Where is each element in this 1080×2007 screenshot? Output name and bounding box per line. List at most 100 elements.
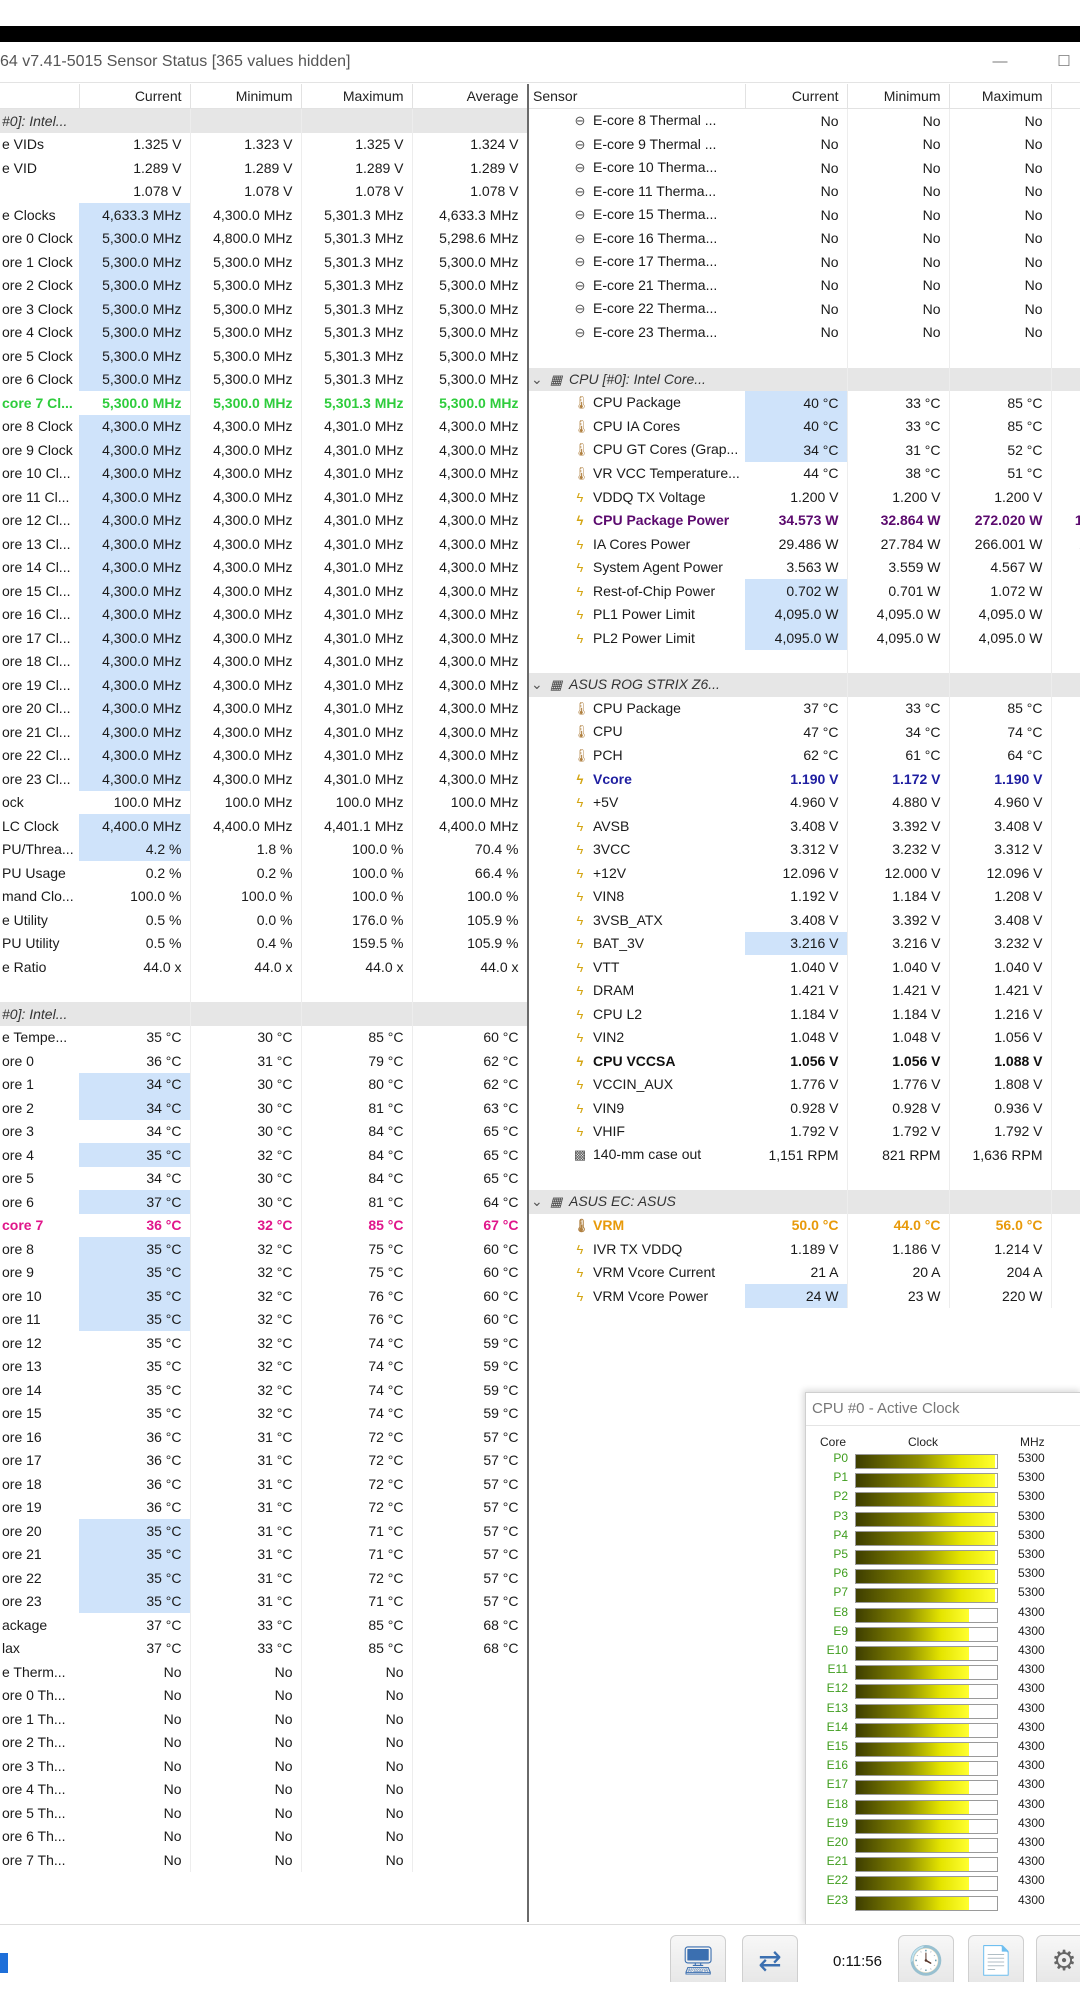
header-average[interactable]: Average	[412, 84, 527, 109]
sensor-row-pu-utility[interactable]: PU Utility 0.5 % 0.4 % 159.5 % 105.9 %	[0, 931, 527, 955]
sensor-row-cpu-ia-cores[interactable]: 🌡 CPU IA Cores 40 °C 33 °C 85 °C	[529, 414, 1080, 438]
group-header-row[interactable]: ⌄ ▦ ASUS ROG STRIX Z6...	[529, 673, 1080, 697]
sensor-row-pl1-power-limit[interactable]: ϟ PL1 Power Limit 4,095.0 W 4,095.0 W 4,095.…	[529, 602, 1080, 626]
sensor-row-ore-23-cl[interactable]: ore 23 Cl... 4,300.0 MHz 4,300.0 MHz 4,301.…	[0, 767, 527, 791]
sensor-row-ore-4[interactable]: ore 4 35 °C 32 °C 84 °C 65 °C	[0, 1143, 527, 1167]
sensor-row-e-core-8-thermal[interactable]: ⊖ E-core 8 Thermal ... No No No	[529, 108, 1080, 133]
scroll-left-button[interactable]	[0, 1953, 8, 1973]
sensor-row-ore-15[interactable]: ore 15 35 °C 32 °C 74 °C 59 °C	[0, 1401, 527, 1425]
spacer-row[interactable]	[0, 978, 527, 1002]
sensor-row-system-agent-power[interactable]: ϟ System Agent Power 3.563 W 3.559 W 4.567 W	[529, 555, 1080, 579]
sensor-row-ore-8-clock[interactable]: ore 8 Clock 4,300.0 MHz 4,300.0 MHz 4,301.0…	[0, 414, 527, 438]
sensor-row-ore-20[interactable]: ore 20 35 °C 31 °C 71 °C 57 °C	[0, 1519, 527, 1543]
sensor-row-ore-17-cl[interactable]: ore 17 Cl... 4,300.0 MHz 4,300.0 MHz 4,301.…	[0, 626, 527, 650]
sensor-row-ore-15-cl[interactable]: ore 15 Cl... 4,300.0 MHz 4,300.0 MHz 4,301.…	[0, 579, 527, 603]
sensor-row-ore-6[interactable]: ore 6 37 °C 30 °C 81 °C 64 °C	[0, 1190, 527, 1214]
sensor-row-core-7[interactable]: core 7 36 °C 32 °C 85 °C 67 °C	[0, 1213, 527, 1237]
sensor-row-ore-21-cl[interactable]: ore 21 Cl... 4,300.0 MHz 4,300.0 MHz 4,301.…	[0, 720, 527, 744]
network-monitor-icon[interactable]: 🖥	[670, 1935, 726, 1987]
sensor-row-ore-22[interactable]: ore 22 35 °C 31 °C 72 °C 57 °C	[0, 1566, 527, 1590]
sensor-row-ore-1-th[interactable]: ore 1 Th... No No No	[0, 1707, 527, 1731]
sensor-row-e-core-17-therma[interactable]: ⊖ E-core 17 Therma... No No No	[529, 250, 1080, 274]
sensor-row-e-therm[interactable]: e Therm... No No No	[0, 1660, 527, 1684]
group-header-row[interactable]: ⌄ ▦ CPU [#0]: Intel Core...	[529, 367, 1080, 391]
sensor-row-vddq-tx-voltage[interactable]: ϟ VDDQ TX Voltage 1.200 V 1.200 V 1.200 V	[529, 485, 1080, 509]
spacer-row[interactable]	[529, 344, 1080, 368]
sensor-row-ore-18[interactable]: ore 18 36 °C 31 °C 72 °C 57 °C	[0, 1472, 527, 1496]
sensor-row-ore-11-cl[interactable]: ore 11 Cl... 4,300.0 MHz 4,300.0 MHz 4,301.…	[0, 485, 527, 509]
sensor-row-e-vids[interactable]: e VIDs 1.325 V 1.323 V 1.325 V 1.324 V	[0, 132, 527, 156]
spacer-row[interactable]	[529, 649, 1080, 673]
sensor-row-3vsb-atx[interactable]: ϟ 3VSB_ATX 3.408 V 3.392 V 3.408 V	[529, 908, 1080, 932]
sensor-row-ore-16-cl[interactable]: ore 16 Cl... 4,300.0 MHz 4,300.0 MHz 4,301.…	[0, 602, 527, 626]
sensor-row-ore-6-th[interactable]: ore 6 Th... No No No	[0, 1824, 527, 1848]
sensor-row-lc-clock[interactable]: LC Clock 4,400.0 MHz 4,400.0 MHz 4,401.1 MH…	[0, 814, 527, 838]
sensor-row-pch[interactable]: 🌡 PCH 62 °C 61 °C 64 °C	[529, 743, 1080, 767]
sensor-row-vtt[interactable]: ϟ VTT 1.040 V 1.040 V 1.040 V	[529, 955, 1080, 979]
sensor-row-pu-usage[interactable]: PU Usage 0.2 % 0.2 % 100.0 % 66.4 %	[0, 861, 527, 885]
sensor-row-ore-5-clock[interactable]: ore 5 Clock 5,300.0 MHz 5,300.0 MHz 5,301.3…	[0, 344, 527, 368]
sensor-row-ore-2-th[interactable]: ore 2 Th... No No No	[0, 1730, 527, 1754]
sensor-row-ore-3-th[interactable]: ore 3 Th... No No No	[0, 1754, 527, 1778]
sensor-row-vr-vcc-temperature[interactable]: 🌡 VR VCC Temperature... 44 °C 38 °C 51 °C	[529, 461, 1080, 485]
sensor-row-vrm-vcore-current[interactable]: ϟ VRM Vcore Current 21 A 20 A 204 A	[529, 1260, 1080, 1284]
sensor-row-e-clocks[interactable]: e Clocks 4,633.3 MHz 4,300.0 MHz 5,301.3 MH…	[0, 203, 527, 227]
sensor-row-ore-0[interactable]: ore 0 36 °C 31 °C 79 °C 62 °C	[0, 1049, 527, 1073]
header-current[interactable]: Current	[79, 84, 191, 109]
sensor-row-140-mm-case-out[interactable]: ▩ 140-mm case out 1,151 RPM 821 RPM 1,636 RP…	[529, 1143, 1080, 1167]
sensor-row-pl2-power-limit[interactable]: ϟ PL2 Power Limit 4,095.0 W 4,095.0 W 4,095.…	[529, 626, 1080, 650]
sensor-row-ore-1-clock[interactable]: ore 1 Clock 5,300.0 MHz 5,300.0 MHz 5,301.3…	[0, 250, 527, 274]
settings-gear-icon[interactable]: ⚙	[1036, 1935, 1080, 1987]
sensor-row-e-core-10-therma[interactable]: ⊖ E-core 10 Therma... No No No	[529, 156, 1080, 180]
sensor-row-e-ratio[interactable]: e Ratio 44.0 x 44.0 x 44.0 x 44.0 x	[0, 955, 527, 979]
sensor-row-ore-14-cl[interactable]: ore 14 Cl... 4,300.0 MHz 4,300.0 MHz 4,301.…	[0, 555, 527, 579]
sensor-row-ore-16[interactable]: ore 16 36 °C 31 °C 72 °C 57 °C	[0, 1425, 527, 1449]
sensor-row-row[interactable]: 1.078 V 1.078 V 1.078 V 1.078 V	[0, 179, 527, 203]
sensor-row-ore-2[interactable]: ore 2 34 °C 30 °C 81 °C 63 °C	[0, 1096, 527, 1120]
sensor-row-ore-10[interactable]: ore 10 35 °C 32 °C 76 °C 60 °C	[0, 1284, 527, 1308]
sensor-row-ore-2-clock[interactable]: ore 2 Clock 5,300.0 MHz 5,300.0 MHz 5,301.3…	[0, 273, 527, 297]
group-header-row[interactable]: #0]: Intel...	[0, 1002, 527, 1026]
sensor-row-vin8[interactable]: ϟ VIN8 1.192 V 1.184 V 1.208 V	[529, 884, 1080, 908]
header-current[interactable]: Current	[745, 84, 848, 109]
sensor-row-cpu-l2[interactable]: ϟ CPU L2 1.184 V 1.184 V 1.216 V	[529, 1002, 1080, 1026]
sensor-row-ore-13[interactable]: ore 13 35 °C 32 °C 74 °C 59 °C	[0, 1354, 527, 1378]
sensor-row-mand-clo[interactable]: mand Clo... 100.0 % 100.0 % 100.0 % 100.0 %	[0, 884, 527, 908]
sensor-row-ore-10-cl[interactable]: ore 10 Cl... 4,300.0 MHz 4,300.0 MHz 4,301.…	[0, 461, 527, 485]
sensor-row-vhif[interactable]: ϟ VHIF 1.792 V 1.792 V 1.792 V	[529, 1119, 1080, 1143]
sensor-row-ore-0-th[interactable]: ore 0 Th... No No No	[0, 1683, 527, 1707]
sensor-row-ore-12[interactable]: ore 12 35 °C 32 °C 74 °C 59 °C	[0, 1331, 527, 1355]
sensor-row-ore-14[interactable]: ore 14 35 °C 32 °C 74 °C 59 °C	[0, 1378, 527, 1402]
sensor-row-e-core-21-therma[interactable]: ⊖ E-core 21 Therma... No No No	[529, 273, 1080, 297]
sensor-row-ore-18-cl[interactable]: ore 18 Cl... 4,300.0 MHz 4,300.0 MHz 4,301.…	[0, 649, 527, 673]
sensor-row-core-7-cl[interactable]: core 7 Cl... 5,300.0 MHz 5,300.0 MHz 5,301.…	[0, 391, 527, 415]
collapse-chevron-icon[interactable]: ⌄	[531, 1193, 549, 1210]
left-sensor-pane[interactable]: Current Minimum Maximum Average #0]: Int…	[0, 84, 529, 1922]
header-sensor[interactable]	[0, 84, 80, 109]
sensor-row-ore-0-clock[interactable]: ore 0 Clock 5,300.0 MHz 4,800.0 MHz 5,301.3…	[0, 226, 527, 250]
header-minimum[interactable]: Minimum	[190, 84, 302, 109]
sensor-row-ore-5-th[interactable]: ore 5 Th... No No No	[0, 1801, 527, 1825]
sensor-row-ackage[interactable]: ackage 37 °C 33 °C 85 °C 68 °C	[0, 1613, 527, 1637]
sensor-row-e-core-16-therma[interactable]: ⊖ E-core 16 Therma... No No No	[529, 226, 1080, 250]
sensor-row-vcore[interactable]: ϟ Vcore 1.190 V 1.172 V 1.190 V	[529, 767, 1080, 791]
sensor-row-avsb[interactable]: ϟ AVSB 3.408 V 3.392 V 3.408 V	[529, 814, 1080, 838]
sensor-row-ore-1[interactable]: ore 1 34 °C 30 °C 80 °C 62 °C	[0, 1072, 527, 1096]
sensor-row-5v[interactable]: ϟ +5V 4.960 V 4.880 V 4.960 V	[529, 790, 1080, 814]
sensor-row-e-core-11-therma[interactable]: ⊖ E-core 11 Therma... No No No	[529, 179, 1080, 203]
sensor-row-ock[interactable]: ock 100.0 MHz 100.0 MHz 100.0 MHz 100.0 MHz	[0, 790, 527, 814]
sensor-row-ore-6-clock[interactable]: ore 6 Clock 5,300.0 MHz 5,300.0 MHz 5,301.3…	[0, 367, 527, 391]
sensor-row-ore-20-cl[interactable]: ore 20 Cl... 4,300.0 MHz 4,300.0 MHz 4,301.…	[0, 696, 527, 720]
clock-icon[interactable]: 🕓	[898, 1935, 954, 1987]
sensor-row-ore-3[interactable]: ore 3 34 °C 30 °C 84 °C 65 °C	[0, 1119, 527, 1143]
spacer-row[interactable]	[529, 1166, 1080, 1190]
sensor-row-e-core-15-therma[interactable]: ⊖ E-core 15 Therma... No No No	[529, 203, 1080, 227]
sensor-row-12v[interactable]: ϟ +12V 12.096 V 12.000 V 12.096 V	[529, 861, 1080, 885]
header-maximum[interactable]: Maximum	[949, 84, 1052, 109]
minimize-button[interactable]: —	[986, 48, 1014, 76]
sensor-row-ore-9-clock[interactable]: ore 9 Clock 4,300.0 MHz 4,300.0 MHz 4,301.0…	[0, 438, 527, 462]
header-average[interactable]	[1051, 84, 1080, 109]
sensor-row-cpu-package-power[interactable]: ϟ CPU Package Power 34.573 W 32.864 W 272.02…	[529, 508, 1080, 532]
sensor-row-e-vid[interactable]: e VID 1.289 V 1.289 V 1.289 V 1.289 V	[0, 156, 527, 180]
sensor-row-ore-4-clock[interactable]: ore 4 Clock 5,300.0 MHz 5,300.0 MHz 5,301.3…	[0, 320, 527, 344]
